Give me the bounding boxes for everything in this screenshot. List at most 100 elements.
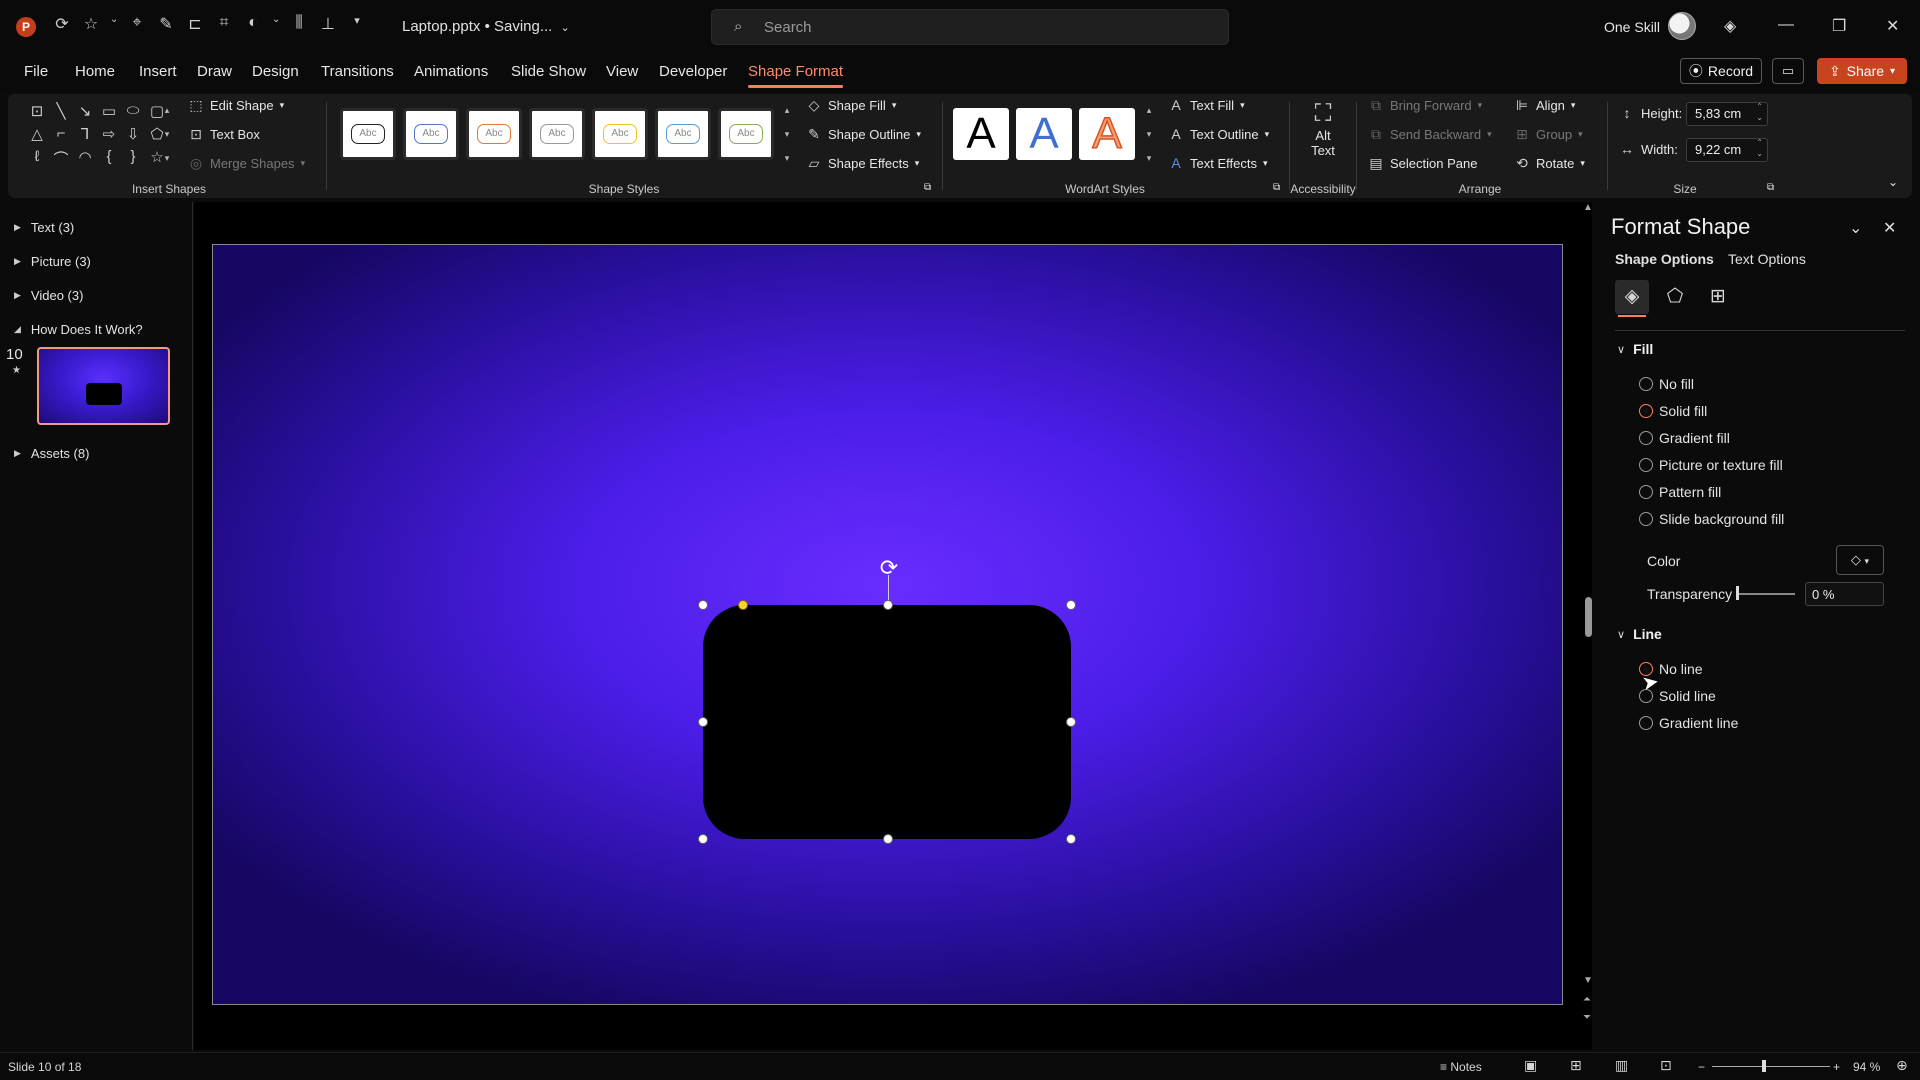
- radio-button[interactable]: [1639, 377, 1653, 391]
- minimize-icon[interactable]: —: [1778, 16, 1794, 34]
- section-video[interactable]: ▶ Video (3): [14, 288, 83, 303]
- zoom-slider[interactable]: [1712, 1066, 1830, 1067]
- slide-sorter-icon[interactable]: ⊞: [1570, 1057, 1582, 1074]
- next-slide-icon[interactable]: ⏷: [1583, 1012, 1591, 1023]
- down-arrow-shape-icon[interactable]: ⇩: [122, 125, 144, 147]
- left-brace-shape-icon[interactable]: {: [98, 148, 120, 170]
- shapes-scroll-down-icon[interactable]: ▾: [161, 128, 173, 140]
- search-input[interactable]: ⌕ Search: [711, 9, 1229, 45]
- transparency-slider[interactable]: [1737, 593, 1795, 595]
- send-backward-button[interactable]: ⧉ Send Backward ▾: [1368, 126, 1492, 143]
- textbox-shape-icon[interactable]: ⊡: [26, 102, 48, 124]
- tab-file[interactable]: File: [24, 63, 48, 80]
- wordart-style-blue[interactable]: A: [1016, 108, 1072, 160]
- align-button[interactable]: ⊫ Align ▾: [1514, 97, 1576, 114]
- scroll-up-icon[interactable]: ▲: [1583, 202, 1593, 213]
- radio-pattern-fill[interactable]: Pattern fill: [1639, 484, 1721, 500]
- normal-view-icon[interactable]: ▣: [1524, 1057, 1537, 1074]
- shapes-more-icon[interactable]: ▾: [161, 152, 173, 164]
- restore-icon[interactable]: ❐: [1832, 16, 1846, 36]
- crop-icon[interactable]: ⌗: [214, 14, 234, 34]
- previous-slide-icon[interactable]: ⏶: [1583, 994, 1591, 1005]
- resize-handle-bottom-right[interactable]: [1066, 834, 1076, 844]
- rotate-handle-icon[interactable]: ⟳: [876, 555, 902, 581]
- radio-picture-texture-fill[interactable]: Picture or texture fill: [1639, 457, 1783, 473]
- corner-radius-handle[interactable]: [738, 600, 748, 610]
- alt-text-button[interactable]: ⛶ Alt Text: [1300, 100, 1346, 158]
- radio-solid-fill[interactable]: Solid fill: [1639, 403, 1707, 419]
- tab-text-options[interactable]: Text Options: [1728, 251, 1806, 267]
- avatar[interactable]: [1668, 12, 1696, 40]
- shape-style-swatch[interactable]: Abc: [592, 108, 648, 160]
- tab-developer[interactable]: Developer: [659, 63, 727, 80]
- wordart-style-orange[interactable]: A: [1079, 108, 1135, 160]
- record-button[interactable]: ⦿ Record: [1680, 58, 1762, 84]
- shape-style-swatch[interactable]: Abc: [718, 108, 774, 160]
- wordart-scroll-down-icon[interactable]: ▾: [1143, 128, 1155, 140]
- shape-outline-button[interactable]: ✎ Shape Outline ▾: [806, 126, 921, 143]
- width-input[interactable]: 9,22 cm: [1686, 137, 1768, 162]
- zoom-level[interactable]: 94 %: [1853, 1060, 1880, 1074]
- arrow-line-shape-icon[interactable]: ↘: [74, 102, 96, 124]
- tab-insert[interactable]: Insert: [139, 63, 177, 80]
- distribute-icon[interactable]: ⫼: [289, 14, 309, 34]
- right-brace-shape-icon[interactable]: }: [122, 148, 144, 170]
- text-box-button[interactable]: ⊡ Text Box: [188, 126, 260, 143]
- zoom-out-button[interactable]: −: [1698, 1060, 1705, 1074]
- wordart-style-black[interactable]: A: [953, 108, 1009, 160]
- transparency-input[interactable]: 0 %: [1805, 582, 1884, 606]
- radio-button[interactable]: [1639, 716, 1653, 730]
- resize-handle-top-right[interactable]: [1066, 600, 1076, 610]
- document-title[interactable]: Laptop.pptx • Saving... ⌄: [402, 18, 570, 35]
- wordart-more-icon[interactable]: ▾: [1143, 152, 1155, 164]
- elbow-connector-shape-icon[interactable]: ⅂: [74, 125, 96, 147]
- transparency-slider-thumb[interactable]: [1736, 586, 1739, 600]
- wordart-launcher-icon[interactable]: ⧉: [1273, 182, 1280, 193]
- rotate-button[interactable]: ⟲ Rotate ▾: [1514, 155, 1585, 172]
- scroll-down-icon[interactable]: ▼: [1583, 975, 1593, 986]
- selection-pane-button[interactable]: ▤ Selection Pane: [1368, 155, 1477, 172]
- selected-rounded-rectangle[interactable]: [703, 605, 1071, 839]
- radio-no-fill[interactable]: No fill: [1639, 376, 1694, 392]
- edit-shape-button[interactable]: ⬚ Edit Shape ▾: [188, 97, 284, 114]
- right-arrow-shape-icon[interactable]: ⇨: [98, 125, 120, 147]
- shape-style-swatch[interactable]: Abc: [655, 108, 711, 160]
- notes-button[interactable]: ≡ Notes: [1440, 1060, 1482, 1074]
- comments-button[interactable]: ▭: [1772, 58, 1804, 84]
- shape-style-swatch[interactable]: Abc: [466, 108, 522, 160]
- merge-shapes-button[interactable]: ◎ Merge Shapes ▾: [188, 155, 305, 172]
- shape-fill-button[interactable]: ◇ Shape Fill ▾: [806, 97, 897, 114]
- fill-color-picker[interactable]: ◇ ▾: [1836, 545, 1884, 575]
- resize-handle-top-left[interactable]: [698, 600, 708, 610]
- shape-icon[interactable]: ◐: [243, 14, 263, 34]
- pane-options-icon[interactable]: ⌄: [1849, 218, 1862, 238]
- fill-line-icon[interactable]: ◈: [1615, 280, 1649, 317]
- share-button[interactable]: ⇪ Share ▾: [1817, 58, 1907, 84]
- triangle-shape-icon[interactable]: △: [26, 125, 48, 147]
- text-outline-button[interactable]: A Text Outline ▾: [1168, 126, 1269, 142]
- shapes-gallery[interactable]: ⊡ ╲ ↘ ▭ ⬭ ▢ △ ⌐ ⅂ ⇨ ⇩ ⬠ ℓ ⌒ ◠ { } ☆: [26, 102, 172, 168]
- size-properties-icon[interactable]: ⊞: [1701, 280, 1735, 314]
- line-shape-icon[interactable]: ╲: [50, 102, 72, 124]
- radio-button-selected[interactable]: [1639, 404, 1653, 418]
- reading-view-icon[interactable]: ▥: [1615, 1057, 1628, 1074]
- curve-shape-icon[interactable]: ⌒: [50, 148, 72, 170]
- radio-gradient-line[interactable]: Gradient line: [1639, 715, 1738, 731]
- section-assets[interactable]: ▶ Assets (8): [14, 446, 89, 461]
- slide-thumbnail[interactable]: [37, 347, 170, 425]
- shapes-scroll-up-icon[interactable]: ▴: [161, 104, 173, 116]
- shape-style-swatch[interactable]: Abc: [340, 108, 396, 160]
- resize-handle-left[interactable]: [698, 717, 708, 727]
- section-picture[interactable]: ▶ Picture (3): [14, 254, 91, 269]
- rectangle-shape-icon[interactable]: ▭: [98, 102, 120, 124]
- styles-more-icon[interactable]: ▾: [781, 152, 793, 164]
- distribute-v-icon[interactable]: ⊥: [318, 14, 338, 34]
- autosave-icon[interactable]: ⟳: [52, 14, 72, 34]
- diamond-icon[interactable]: ◈: [1724, 16, 1736, 36]
- line-section-header[interactable]: ∨ Line: [1617, 626, 1662, 642]
- bring-forward-button[interactable]: ⧉ Bring Forward ▾: [1368, 97, 1482, 114]
- tab-home[interactable]: Home: [75, 63, 115, 80]
- vertical-scrollbar[interactable]: ▲ ▼ ⏶ ⏷: [1582, 202, 1596, 1032]
- tab-design[interactable]: Design: [252, 63, 299, 80]
- pen-icon[interactable]: ✎: [156, 14, 176, 34]
